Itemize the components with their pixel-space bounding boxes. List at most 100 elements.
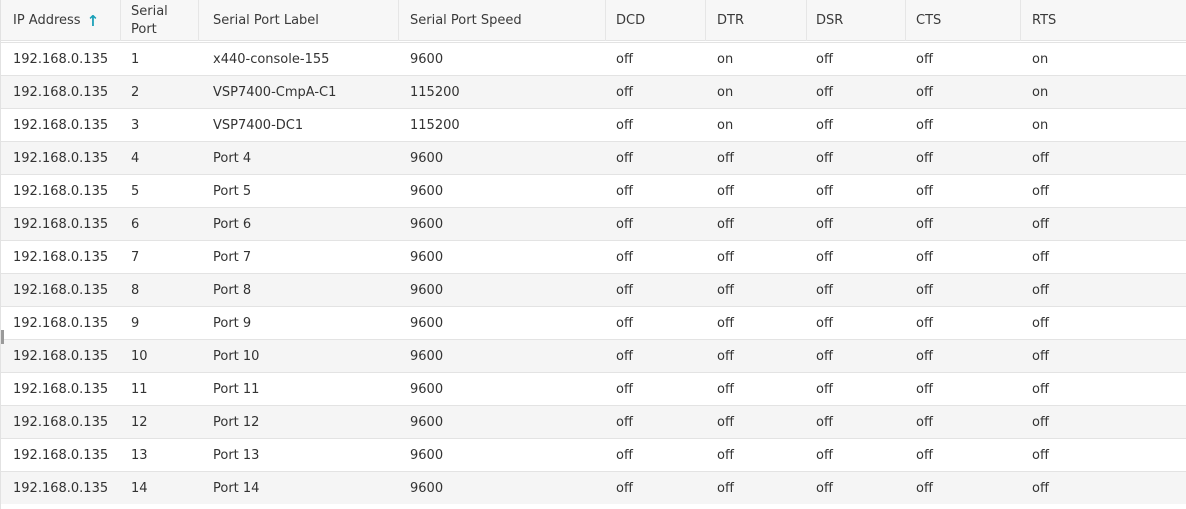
cell-serial-port-speed: 9600 [410, 150, 444, 166]
cell-ip-address: 192.168.0.135 [13, 315, 109, 331]
table-row[interactable]: 192.168.0.135 7 Port 7 9600 off off off off off [1, 240, 1186, 273]
cell-dtr: off [717, 249, 734, 265]
table-row[interactable]: 192.168.0.135 6 Port 6 9600 off off off off off [1, 207, 1186, 240]
cell-ip-address: 192.168.0.135 [13, 480, 109, 496]
cell-dtr: off [717, 381, 734, 397]
cell-cts: off [916, 84, 933, 100]
cell-serial-port-label: Port 5 [213, 183, 252, 199]
cell-dtr: off [717, 315, 734, 331]
cell-serial-port: 9 [131, 315, 140, 331]
cell-cts: off [916, 51, 933, 67]
cell-dcd: off [616, 447, 633, 463]
cell-cts: off [916, 381, 933, 397]
sort-ascending-icon[interactable]: ↑ [87, 12, 100, 30]
table-row[interactable]: 192.168.0.135 14 Port 14 9600 off off off off of… [1, 471, 1186, 504]
table-row[interactable]: 192.168.0.135 2 VSP7400-CmpA-C1 115200 off on… [1, 75, 1186, 108]
column-header-dcd[interactable]: DCD [606, 0, 706, 41]
cell-ip-address: 192.168.0.135 [13, 282, 109, 298]
cell-serial-port: 11 [131, 381, 148, 397]
cell-cts: off [916, 249, 933, 265]
column-header-serial-port[interactable]: Serial Port [121, 0, 199, 41]
cell-cts: off [916, 183, 933, 199]
table-row[interactable]: 192.168.0.135 12 Port 12 9600 off off off off of… [1, 405, 1186, 438]
cell-serial-port-speed: 115200 [410, 84, 460, 100]
table-row[interactable]: 192.168.0.135 13 Port 13 9600 off off off off of… [1, 438, 1186, 471]
table-row[interactable]: 192.168.0.135 3 VSP7400-DC1 115200 off on off o… [1, 108, 1186, 141]
cell-serial-port-speed: 9600 [410, 249, 444, 265]
cell-dsr: off [816, 348, 833, 364]
cell-dtr: on [717, 84, 734, 100]
column-header-label: CTS [916, 12, 942, 28]
cell-dsr: off [816, 414, 833, 430]
cell-cts: off [916, 414, 933, 430]
cell-dsr: off [816, 216, 833, 232]
cell-dcd: off [616, 315, 633, 331]
cell-dtr: off [717, 348, 734, 364]
cell-dcd: off [616, 183, 633, 199]
column-header-label: Serial Port Label [213, 12, 319, 28]
cell-serial-port-speed: 9600 [410, 315, 444, 331]
table-row[interactable]: 192.168.0.135 8 Port 8 9600 off off off off off [1, 273, 1186, 306]
cell-rts: off [1032, 216, 1049, 232]
cell-ip-address: 192.168.0.135 [13, 183, 109, 199]
column-header-serial-port-speed[interactable]: Serial Port Speed [400, 0, 606, 41]
cell-serial-port-speed: 9600 [410, 51, 444, 67]
cell-dtr: off [717, 282, 734, 298]
table-row[interactable]: 192.168.0.135 1 x440-console-155 9600 off on o… [1, 42, 1186, 75]
column-header-rts[interactable]: RTS [1022, 0, 1186, 41]
cell-rts: off [1032, 150, 1049, 166]
column-header-label: Serial Port [131, 3, 168, 37]
cell-serial-port-speed: 9600 [410, 480, 444, 496]
cell-dsr: off [816, 51, 833, 67]
column-header-label: RTS [1032, 12, 1057, 28]
cell-ip-address: 192.168.0.135 [13, 84, 109, 100]
cell-serial-port-speed: 9600 [410, 216, 444, 232]
cell-dcd: off [616, 216, 633, 232]
table-row[interactable]: 192.168.0.135 11 Port 11 9600 off off off off of… [1, 372, 1186, 405]
cell-serial-port: 14 [131, 480, 148, 496]
cell-cts: off [916, 150, 933, 166]
cell-dcd: off [616, 117, 633, 133]
cell-rts: on [1032, 84, 1049, 100]
cell-serial-port-speed: 9600 [410, 447, 444, 463]
column-header-dtr[interactable]: DTR [707, 0, 807, 41]
column-header-dsr[interactable]: DSR [806, 0, 906, 41]
cell-rts: off [1032, 381, 1049, 397]
cell-dtr: off [717, 216, 734, 232]
column-header-ip-address[interactable]: IP Address ↑ [3, 0, 121, 41]
cell-dsr: off [816, 381, 833, 397]
cell-serial-port: 5 [131, 183, 140, 199]
resize-handle[interactable] [1, 330, 4, 344]
cell-serial-port-label: Port 8 [213, 282, 252, 298]
cell-ip-address: 192.168.0.135 [13, 249, 109, 265]
cell-ip-address: 192.168.0.135 [13, 150, 109, 166]
cell-dsr: off [816, 315, 833, 331]
column-header-label: DCD [616, 12, 646, 28]
cell-serial-port: 7 [131, 249, 140, 265]
cell-ip-address: 192.168.0.135 [13, 348, 109, 364]
cell-rts: off [1032, 183, 1049, 199]
table-row[interactable]: 192.168.0.135 4 Port 4 9600 off off off off off [1, 141, 1186, 174]
cell-dcd: off [616, 150, 633, 166]
cell-serial-port-label: Port 10 [213, 348, 260, 364]
cell-rts: off [1032, 414, 1049, 430]
cell-serial-port: 2 [131, 84, 140, 100]
cell-cts: off [916, 117, 933, 133]
table-row[interactable]: 192.168.0.135 10 Port 10 9600 off off off off of… [1, 339, 1186, 372]
column-header-cts[interactable]: CTS [906, 0, 1021, 41]
cell-serial-port-speed: 9600 [410, 183, 444, 199]
cell-dsr: off [816, 249, 833, 265]
table-row[interactable]: 192.168.0.135 5 Port 5 9600 off off off off off [1, 174, 1186, 207]
cell-dtr: off [717, 480, 734, 496]
cell-serial-port-label: Port 12 [213, 414, 260, 430]
cell-serial-port-label: Port 13 [213, 447, 260, 463]
cell-rts: off [1032, 348, 1049, 364]
cell-serial-port-label: VSP7400-CmpA-C1 [213, 84, 337, 100]
cell-cts: off [916, 480, 933, 496]
cell-cts: off [916, 447, 933, 463]
cell-dcd: off [616, 414, 633, 430]
table-row[interactable]: 192.168.0.135 9 Port 9 9600 off off off off off [1, 306, 1186, 339]
cell-dsr: off [816, 282, 833, 298]
table-header: IP Address ↑ Serial Port Serial Port Lab… [1, 0, 1186, 41]
column-header-serial-port-label[interactable]: Serial Port Label [203, 0, 399, 41]
